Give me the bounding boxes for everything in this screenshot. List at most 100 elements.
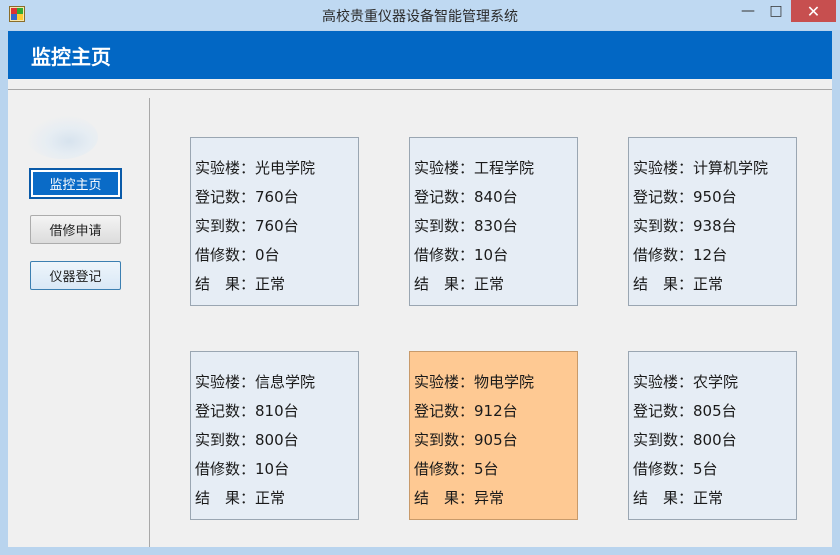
registered-value: 950台	[693, 188, 737, 206]
registered-label: 登记数：	[414, 188, 475, 206]
present-label: 实到数：	[195, 217, 256, 235]
building-card: 实验楼：光电学院 登记数：760台 实到数：760台 借修数：0台 结 果：正常	[190, 137, 359, 306]
present-value: 800台	[693, 431, 737, 449]
repairing-value: 10台	[255, 460, 290, 478]
present-value: 800台	[255, 431, 299, 449]
repairing-label: 借修数：	[414, 246, 475, 264]
registered-value: 810台	[255, 402, 299, 420]
result-value: 正常	[255, 275, 286, 293]
result-label: 结 果：	[414, 489, 475, 507]
result-value: 异常	[474, 489, 505, 507]
building-card: 实验楼：工程学院 登记数：840台 实到数：830台 借修数：10台 结 果：正…	[409, 137, 578, 306]
registered-label: 登记数：	[414, 402, 475, 420]
repairing-row: 借修数：10台	[195, 458, 289, 479]
present-row: 实到数：760台	[195, 215, 299, 236]
present-row: 实到数：938台	[633, 215, 737, 236]
present-row: 实到数：905台	[414, 429, 518, 450]
registered-row: 登记数：805台	[633, 400, 737, 421]
building-label: 实验楼：	[633, 159, 694, 177]
building-name: 计算机学院	[693, 159, 769, 177]
repairing-label: 借修数：	[195, 460, 256, 478]
present-row: 实到数：800台	[633, 429, 737, 450]
present-label: 实到数：	[633, 431, 694, 449]
result-value: 正常	[693, 489, 724, 507]
result-row: 结 果：正常	[414, 273, 504, 294]
repair-request-button[interactable]: 借修申请	[30, 215, 121, 244]
registered-value: 805台	[693, 402, 737, 420]
result-value: 正常	[255, 489, 286, 507]
building-name: 信息学院	[255, 373, 316, 391]
building-row: 实验楼：物电学院	[414, 371, 534, 392]
building-name: 物电学院	[474, 373, 535, 391]
repairing-row: 借修数：5台	[414, 458, 499, 479]
present-label: 实到数：	[633, 217, 694, 235]
result-label: 结 果：	[633, 275, 694, 293]
registered-label: 登记数：	[633, 188, 694, 206]
page-header: 监控主页	[8, 31, 832, 79]
monitor-home-button[interactable]: 监控主页	[30, 169, 121, 198]
repairing-value: 5台	[693, 460, 718, 478]
repairing-label: 借修数：	[414, 460, 475, 478]
present-row: 实到数：800台	[195, 429, 299, 450]
app-window: 高校贵重仪器设备智能管理系统 — □ ✕ 监控主页 监控主页 借修申请 仪器登记…	[0, 0, 840, 555]
present-value: 938台	[693, 217, 737, 235]
building-card: 实验楼：计算机学院 登记数：950台 实到数：938台 借修数：12台 结 果：…	[628, 137, 797, 306]
registered-value: 912台	[474, 402, 518, 420]
repairing-value: 0台	[255, 246, 280, 264]
instrument-register-button[interactable]: 仪器登记	[30, 261, 121, 290]
registered-label: 登记数：	[195, 188, 256, 206]
result-label: 结 果：	[195, 275, 256, 293]
building-row: 实验楼：光电学院	[195, 157, 315, 178]
building-card: 实验楼：信息学院 登记数：810台 实到数：800台 借修数：10台 结 果：正…	[190, 351, 359, 520]
sidebar-divider	[149, 98, 150, 547]
present-label: 实到数：	[195, 431, 256, 449]
result-value: 正常	[693, 275, 724, 293]
repairing-label: 借修数：	[195, 246, 256, 264]
result-row: 结 果：正常	[633, 487, 723, 508]
maximize-button[interactable]: □	[762, 0, 790, 22]
building-label: 实验楼：	[195, 159, 256, 177]
building-name: 光电学院	[255, 159, 316, 177]
registered-value: 840台	[474, 188, 518, 206]
present-value: 905台	[474, 431, 518, 449]
registered-row: 登记数：810台	[195, 400, 299, 421]
registered-label: 登记数：	[633, 402, 694, 420]
present-value: 760台	[255, 217, 299, 235]
repairing-row: 借修数：10台	[414, 244, 508, 265]
building-row: 实验楼：计算机学院	[633, 157, 768, 178]
repairing-row: 借修数：12台	[633, 244, 727, 265]
result-row: 结 果：正常	[195, 487, 285, 508]
title-bar[interactable]: 高校贵重仪器设备智能管理系统 — □ ✕	[0, 0, 840, 30]
registered-value: 760台	[255, 188, 299, 206]
result-label: 结 果：	[633, 489, 694, 507]
minimize-button[interactable]: —	[734, 0, 762, 22]
present-label: 实到数：	[414, 217, 475, 235]
repairing-label: 借修数：	[633, 246, 694, 264]
result-label: 结 果：	[195, 489, 256, 507]
building-name: 农学院	[693, 373, 739, 391]
repairing-value: 12台	[693, 246, 728, 264]
result-row: 结 果：正常	[195, 273, 285, 294]
building-label: 实验楼：	[633, 373, 694, 391]
present-label: 实到数：	[414, 431, 475, 449]
page-title: 监控主页	[31, 45, 111, 69]
registered-row: 登记数：840台	[414, 186, 518, 207]
close-icon: ✕	[806, 1, 821, 21]
minimize-icon: —	[741, 3, 755, 19]
registered-row: 登记数：912台	[414, 400, 518, 421]
building-card-alert: 实验楼：物电学院 登记数：912台 实到数：905台 借修数：5台 结 果：异常	[409, 351, 578, 520]
building-label: 实验楼：	[195, 373, 256, 391]
result-row: 结 果：正常	[633, 273, 723, 294]
registered-label: 登记数：	[195, 402, 256, 420]
registered-row: 登记数：760台	[195, 186, 299, 207]
repairing-row: 借修数：5台	[633, 458, 718, 479]
main-client-area: 监控主页 监控主页 借修申请 仪器登记 实验楼：光电学院 登记数：760台 实到…	[8, 31, 832, 547]
repairing-value: 5台	[474, 460, 499, 478]
building-row: 实验楼：农学院	[633, 371, 738, 392]
registered-row: 登记数：950台	[633, 186, 737, 207]
close-button[interactable]: ✕	[791, 0, 836, 22]
building-name: 工程学院	[474, 159, 535, 177]
result-value: 正常	[474, 275, 505, 293]
maximize-icon: □	[769, 3, 783, 19]
header-divider	[8, 89, 832, 90]
